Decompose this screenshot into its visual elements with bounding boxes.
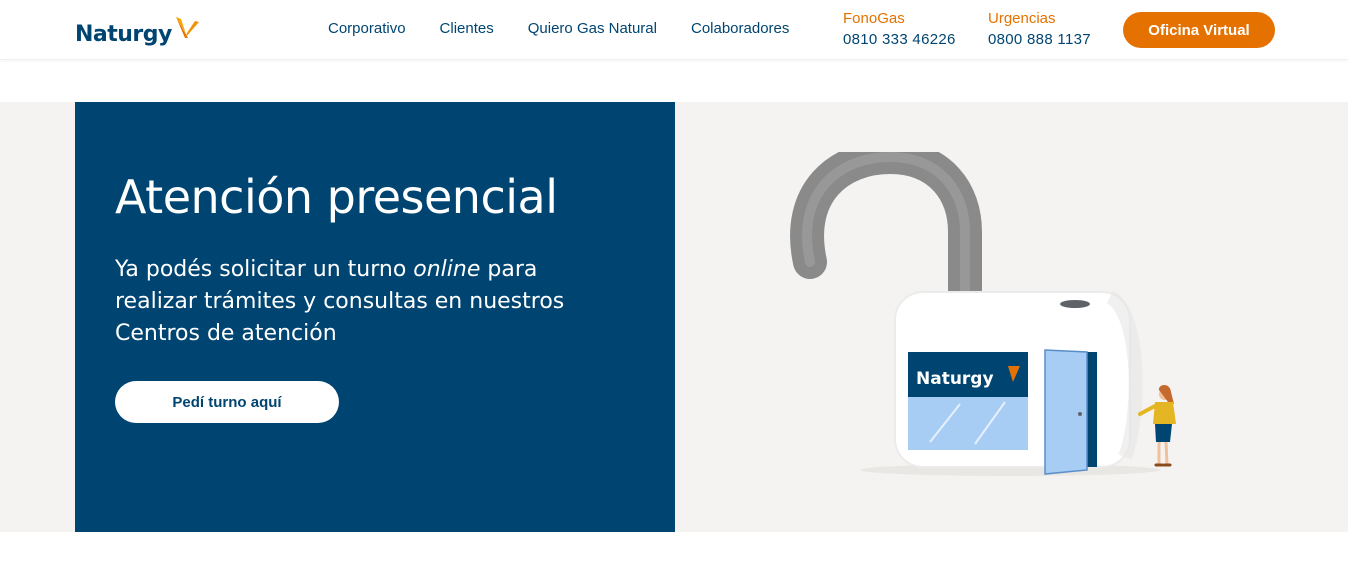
illustration-sign-text: Naturgy xyxy=(916,369,994,389)
urgencias-contact: Urgencias 0800 888 1137 xyxy=(988,9,1091,51)
naturgy-logo[interactable]: Naturgy xyxy=(75,14,201,48)
site-header: Naturgy Corporativo Clientes Quiero Gas … xyxy=(0,0,1348,60)
hero-panel: Atención presencial Ya podés solicitar u… xyxy=(75,102,675,532)
nav-clientes[interactable]: Clientes xyxy=(440,20,494,37)
pedi-turno-button[interactable]: Pedí turno aquí xyxy=(115,381,339,423)
fonogas-contact: FonoGas 0810 333 46226 xyxy=(843,9,956,51)
nav-corporativo[interactable]: Corporativo xyxy=(328,20,406,37)
hero-description: Ya podés solicitar un turno online para … xyxy=(115,254,615,350)
main-nav: Corporativo Clientes Quiero Gas Natural … xyxy=(328,20,789,37)
nav-colaboradores[interactable]: Colaboradores xyxy=(691,20,789,37)
logo-text: Naturgy xyxy=(75,22,172,47)
hero-banner: Atención presencial Ya podés solicitar u… xyxy=(0,102,1348,532)
hero-text-italic: online xyxy=(413,257,481,282)
padlock-store-illustration: Naturgy xyxy=(790,152,1176,476)
nav-quiero-gas-natural[interactable]: Quiero Gas Natural xyxy=(528,20,657,37)
naturgy-butterfly-icon xyxy=(175,17,199,38)
oficina-virtual-button[interactable]: Oficina Virtual xyxy=(1123,12,1275,48)
fonogas-label: FonoGas xyxy=(843,10,905,27)
hero-title: Atención presencial xyxy=(115,170,558,224)
urgencias-label: Urgencias xyxy=(988,10,1056,27)
hero-text-start: Ya podés solicitar un turno xyxy=(115,257,414,282)
fonogas-phone-link[interactable]: 0810 333 46226 xyxy=(843,29,956,51)
urgencias-phone-link[interactable]: 0800 888 1137 xyxy=(988,29,1091,51)
